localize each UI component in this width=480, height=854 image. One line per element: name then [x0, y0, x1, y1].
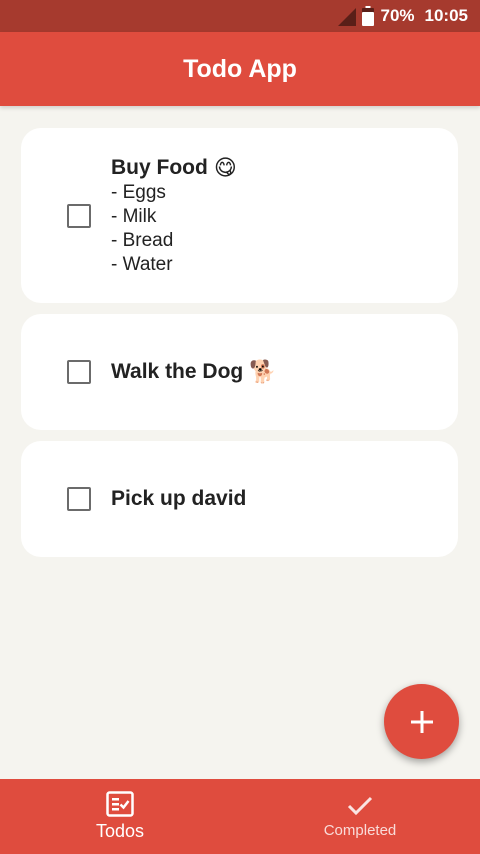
add-todo-button[interactable] — [384, 684, 459, 759]
todo-title: Buy Food — [111, 155, 208, 179]
app-bar: Todo App — [0, 32, 480, 106]
todo-checkbox[interactable] — [67, 360, 91, 384]
todo-checkbox[interactable] — [67, 203, 91, 228]
app-title: Todo App — [183, 54, 297, 83]
todo-title-row: Pick up david — [111, 486, 246, 512]
nav-label: Completed — [323, 822, 397, 839]
todo-list: Buy Food 😋 - Eggs - Milk - Bread - Water… — [21, 128, 458, 568]
clock: 10:05 — [424, 6, 468, 25]
todo-content: Buy Food 😋 - Eggs - Milk - Bread - Water — [111, 155, 237, 277]
todo-content: Pick up david — [111, 486, 246, 512]
nav-item-todos[interactable]: Todos — [0, 779, 240, 854]
todo-card[interactable]: Buy Food 😋 - Eggs - Milk - Bread - Water — [21, 128, 458, 303]
todo-content: Walk the Dog 🐕 — [111, 359, 277, 385]
status-bar: 70% 10:05 — [0, 0, 480, 32]
todo-title-row: Walk the Dog 🐕 — [111, 359, 277, 385]
todo-card[interactable]: Pick up david — [21, 441, 458, 557]
todo-title-row: Buy Food 😋 — [111, 155, 237, 181]
todo-title: Pick up david — [111, 487, 247, 510]
todo-checkbox[interactable] — [67, 487, 91, 511]
nav-item-completed[interactable]: Completed — [240, 779, 480, 854]
todo-emoji: 🐕 — [249, 359, 277, 384]
todo-list-icon — [106, 791, 134, 817]
todo-emoji: 😋 — [213, 154, 237, 180]
battery-icon — [362, 6, 375, 26]
todo-body: - Eggs - Milk - Bread - Water — [111, 181, 174, 275]
check-icon — [347, 796, 373, 816]
todo-title: Walk the Dog — [111, 360, 244, 383]
plus-icon — [410, 710, 433, 733]
battery-percentage: 70% — [380, 6, 415, 25]
nav-label: Todos — [95, 821, 145, 841]
bottom-navigation: Todos Completed — [0, 779, 480, 854]
todo-card[interactable]: Walk the Dog 🐕 — [21, 314, 458, 430]
signal-icon — [338, 8, 357, 26]
